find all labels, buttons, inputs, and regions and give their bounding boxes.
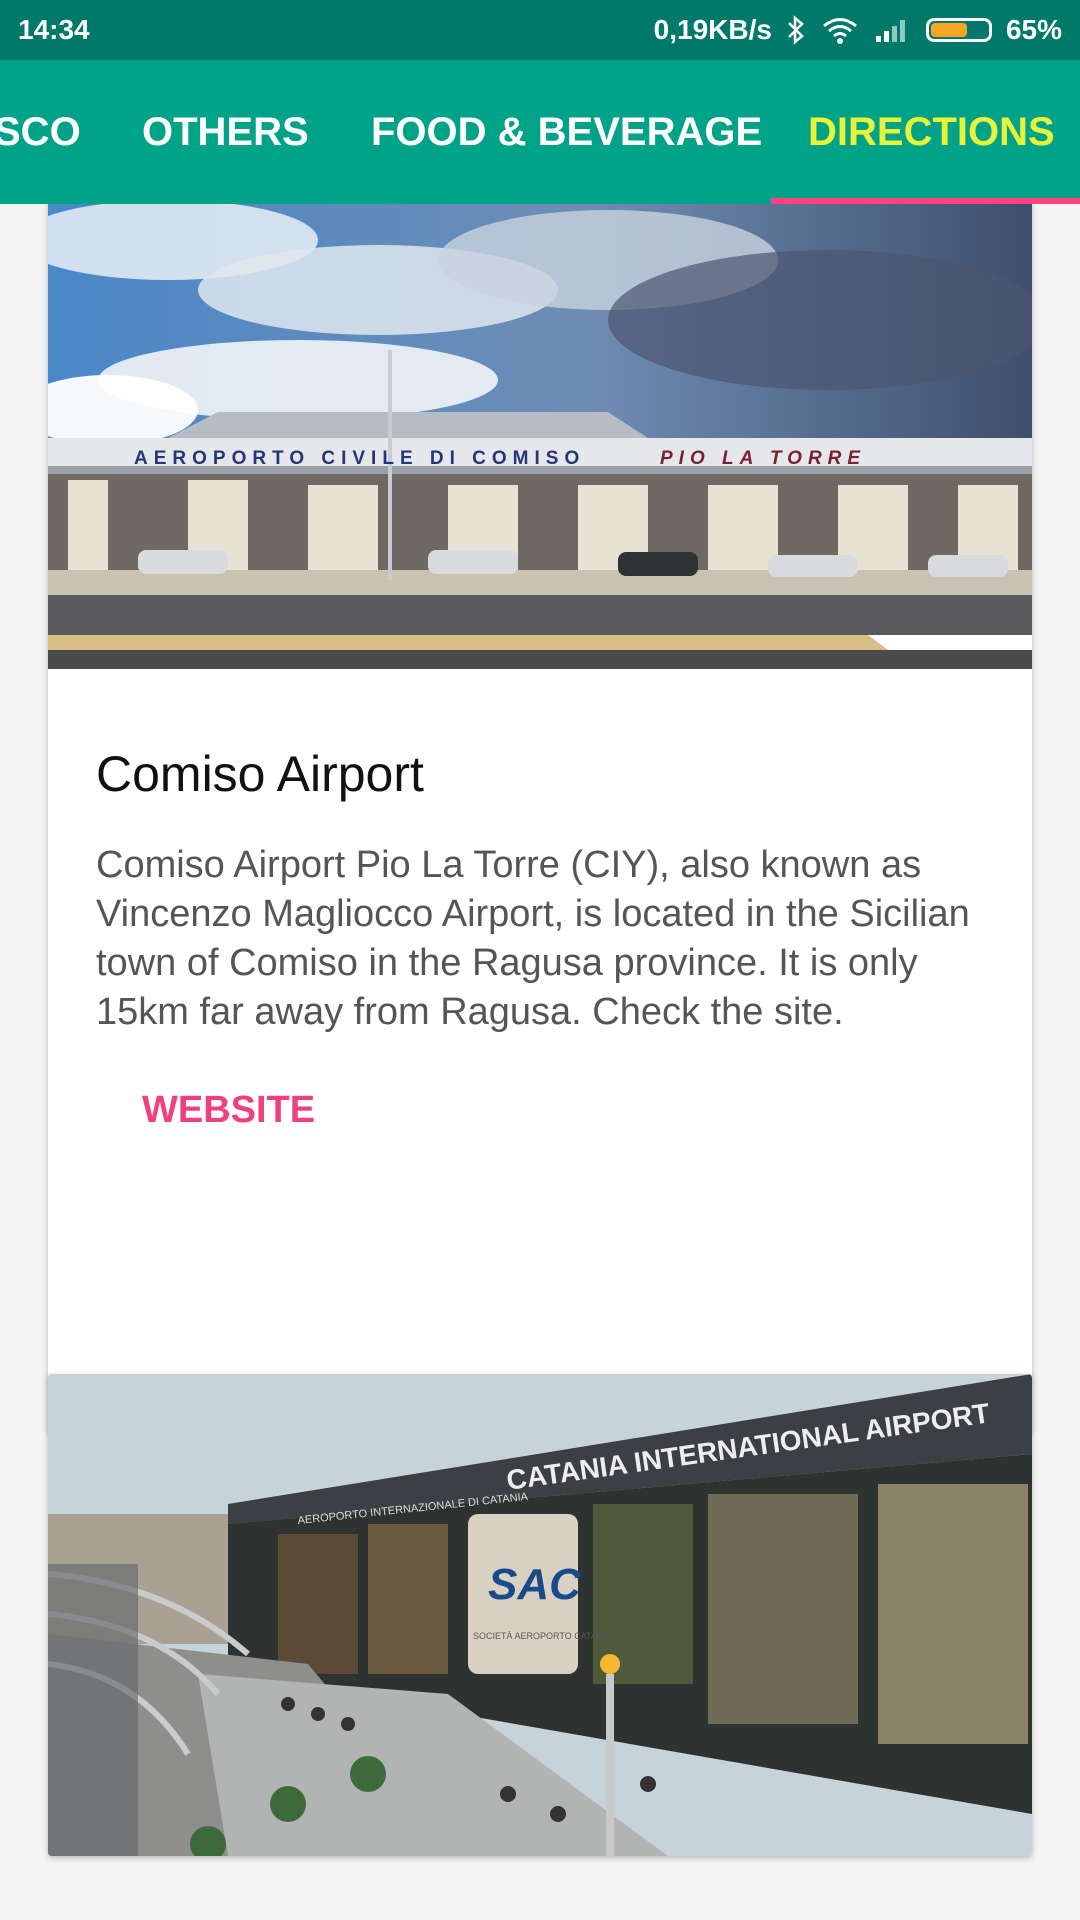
battery-icon xyxy=(925,18,992,42)
comiso-airport-photo: AEROPORTO CIVILE DI COMISO PIO LA TORRE xyxy=(48,204,1032,669)
cellular-signal-icon xyxy=(874,16,912,44)
tab-disco[interactable]: SCO xyxy=(0,60,81,204)
card-description: Comiso Airport Pio La Torre (CIY), also … xyxy=(96,844,970,1033)
battery-percent: 65% xyxy=(1005,14,1062,45)
card-body: Comiso Airport Comiso Airport Pio La Tor… xyxy=(48,669,1032,1132)
wifi-icon xyxy=(820,15,860,45)
sac-logo-subtext: SOCIETÀ AEROPORTO CATANIA xyxy=(473,1631,612,1641)
tab-food-beverage[interactable]: FOOD & BEVERAGE xyxy=(371,60,762,204)
sac-logo-text: SAC xyxy=(488,1560,582,1609)
bluetooth-icon xyxy=(786,15,806,45)
website-button[interactable]: WEBSITE xyxy=(142,1089,315,1132)
status-icons: 0,19KB/s 65% xyxy=(654,14,1062,46)
tab-bar: SCO OTHERS FOOD & BEVERAGE DIRECTIONS xyxy=(0,60,1080,204)
tab-directions[interactable]: DIRECTIONS xyxy=(808,60,1055,204)
comiso-sign-name: PIO LA TORRE xyxy=(660,448,866,469)
status-bar: 14:34 0,19KB/s 65% xyxy=(0,0,1080,60)
network-speed: 0,19KB/s xyxy=(653,14,772,45)
comiso-sign-text: AEROPORTO CIVILE DI COMISO xyxy=(134,448,585,469)
card-comiso-airport: AEROPORTO CIVILE DI COMISO PIO LA TORRE … xyxy=(48,204,1032,1433)
comiso-airport-image: AEROPORTO CIVILE DI COMISO PIO LA TORRE xyxy=(48,204,1032,669)
directions-list[interactable]: AEROPORTO CIVILE DI COMISO PIO LA TORRE … xyxy=(0,204,1080,1920)
status-time: 14:34 xyxy=(18,14,90,45)
card-title: Comiso Airport xyxy=(96,746,424,802)
card-catania-airport: SAC SOCIETÀ AEROPORTO CATANIA CATANIA IN… xyxy=(48,1374,1032,1856)
catania-airport-image: SAC SOCIETÀ AEROPORTO CATANIA CATANIA IN… xyxy=(48,1374,1032,1856)
catania-airport-photo: SAC SOCIETÀ AEROPORTO CATANIA CATANIA IN… xyxy=(48,1374,1032,1856)
tab-others[interactable]: OTHERS xyxy=(142,60,309,204)
battery-fill xyxy=(930,23,968,37)
